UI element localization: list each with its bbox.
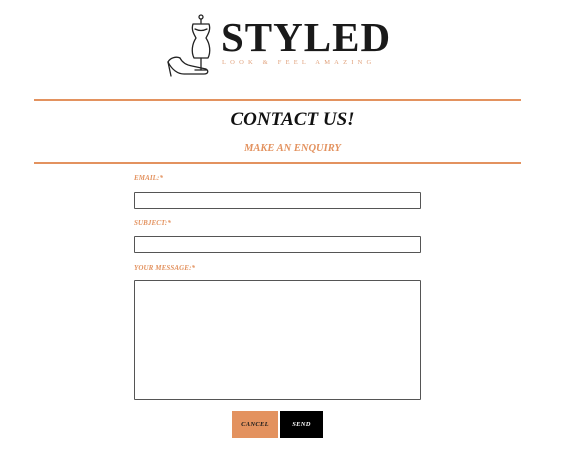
page-title: CONTACT US!	[230, 109, 355, 130]
cancel-button[interactable]: CANCEL	[232, 411, 278, 438]
brand-logo[interactable]: STYLED LOOK & FEEL AMAZING	[164, 12, 390, 82]
message-textarea[interactable]	[134, 280, 421, 400]
brand-tagline: LOOK & FEEL AMAZING	[222, 59, 376, 66]
header-divider-bottom	[34, 162, 521, 164]
brand-name: STYLED	[221, 14, 392, 60]
email-label: EMAIL:*	[134, 174, 164, 182]
dress-form-and-heel-icon	[167, 14, 211, 77]
subject-label: SUBJECT:*	[134, 219, 171, 227]
subject-field[interactable]	[134, 236, 421, 253]
send-button[interactable]: SEND	[280, 411, 323, 438]
header-divider-top	[34, 99, 521, 101]
email-field[interactable]	[134, 192, 421, 209]
page-subtitle: MAKE AN ENQUIRY	[244, 143, 341, 154]
message-label: YOUR MESSAGE:*	[134, 264, 196, 272]
